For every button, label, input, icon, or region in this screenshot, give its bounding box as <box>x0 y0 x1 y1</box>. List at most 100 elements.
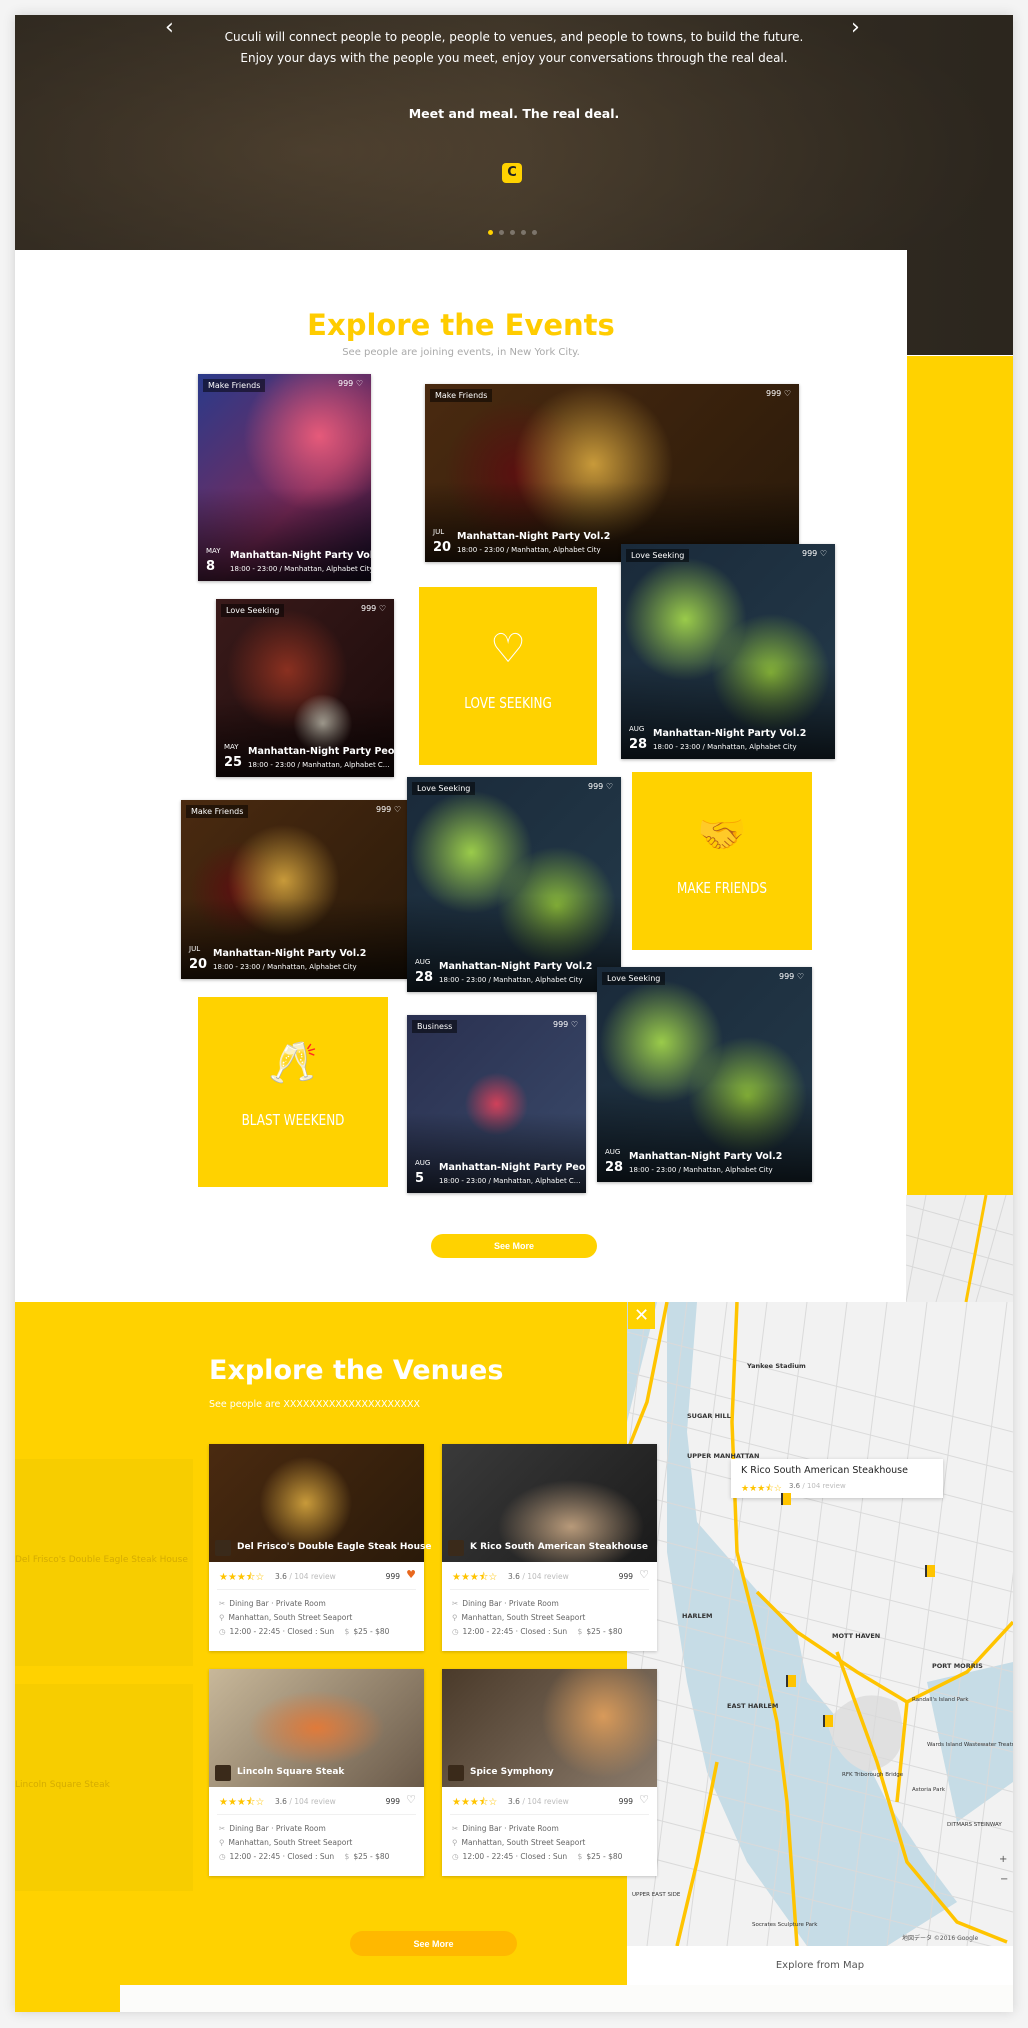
event-likes[interactable]: 999 ♡ <box>766 389 791 398</box>
heart-icon: ♡ <box>355 379 363 388</box>
event-title: Manhattan-Night Party Vol.2 <box>653 728 807 739</box>
heart-icon[interactable]: ♡ <box>639 1793 649 1806</box>
event-tag: Make Friends <box>186 805 249 818</box>
carousel-dot[interactable] <box>510 230 515 235</box>
map-venue-popup[interactable]: K Rico South American Steakhouse ★★★⯪☆ 3… <box>731 1459 943 1498</box>
cuculi-logo: C <box>502 163 522 183</box>
event-month: AUG <box>629 725 645 733</box>
heart-icon: ♡ <box>783 389 791 398</box>
venue-map[interactable]: 地図データ ©2016 Google + − Yankee Stadium SUG… <box>627 1302 1013 1946</box>
map-label: Randall's Island Park <box>912 1697 969 1703</box>
venue-likes: 999 <box>385 1572 400 1581</box>
zoom-out-icon[interactable]: − <box>1000 1874 1008 1885</box>
carousel-dot[interactable] <box>521 230 526 235</box>
clock-icon: ◷ <box>219 1627 226 1636</box>
event-title: Manhattan-Night Party Peop... <box>439 1162 586 1173</box>
location-pin-icon: ⚲ <box>219 1838 225 1847</box>
venue-rating: 3.6 / 104 review <box>508 1797 569 1806</box>
map-flag-marker[interactable] <box>823 1715 833 1727</box>
category-label: BLAST WEEKEND <box>241 1111 345 1129</box>
category-tile-2[interactable]: 🥂 BLAST WEEKEND <box>198 997 388 1187</box>
map-tiles[interactable]: 地図データ ©2016 Google + − <box>627 1302 1013 1946</box>
event-title: Manhattan-Night Party Vol.2 <box>457 531 611 542</box>
venue-rating: 3.6 / 104 review <box>275 1797 336 1806</box>
events-see-more-button[interactable]: See More <box>431 1234 597 1258</box>
event-day: 8 <box>206 559 216 574</box>
venue-name: Lincoln Square Steak <box>237 1767 345 1777</box>
venue-card[interactable]: Spice Symphony ★★★⯪☆ 3.6 / 104 review 99… <box>442 1669 657 1876</box>
event-day: 5 <box>415 1171 425 1186</box>
carousel-dot[interactable] <box>499 230 504 235</box>
carousel-dot[interactable] <box>488 230 493 235</box>
event-day: 20 <box>433 540 452 555</box>
handshake-icon: 🤝 <box>697 812 747 859</box>
category-tile-1[interactable]: 🤝 MAKE FRIENDS <box>632 772 812 950</box>
map-label: Wards Island Wastewater Treatment Plant <box>927 1742 1013 1748</box>
heart-icon[interactable]: ♡ <box>406 1793 416 1806</box>
venue-hours: ◷ 12:00 - 22:45 · Closed : Sun $ $25 - $80 <box>452 1627 623 1636</box>
star-rating: ★★★⯪☆ <box>452 1797 498 1808</box>
clock-icon: ◷ <box>452 1852 459 1861</box>
heart-icon[interactable]: ♥ <box>406 1568 416 1581</box>
dollar-icon: $ <box>577 1627 583 1636</box>
event-likes[interactable]: 999 ♡ <box>779 972 804 981</box>
event-card[interactable]: Love Seeking 999 ♡ MAY 25 Manhattan-Nigh… <box>216 599 394 777</box>
event-card[interactable]: Make Friends 999 ♡ MAY 8 Manhattan-Night… <box>198 374 371 581</box>
popup-rating: 3.6 / 104 review <box>789 1482 846 1490</box>
venues-see-more-button[interactable]: See More <box>350 1931 517 1956</box>
event-day: 28 <box>415 970 434 985</box>
event-likes[interactable]: 999 ♡ <box>338 379 363 388</box>
event-likes[interactable]: 999 ♡ <box>361 604 386 613</box>
ghost-venue-card: Del Frisco's Double Eagle Steak House <box>15 1459 193 1666</box>
event-card[interactable]: Love Seeking 999 ♡ AUG 28 Manhattan-Nigh… <box>597 967 812 1182</box>
venue-card[interactable]: Del Frisco's Double Eagle Steak House ★★… <box>209 1444 431 1651</box>
zoom-in-icon[interactable]: + <box>999 1854 1007 1865</box>
event-card[interactable]: Love Seeking 999 ♡ AUG 28 Manhattan-Nigh… <box>621 544 835 759</box>
venue-name: Del Frisco's Double Eagle Steak House <box>237 1542 432 1552</box>
venue-type: ✂ Dining Bar · Private Room <box>219 1824 326 1833</box>
event-month: JUL <box>189 945 201 953</box>
map-overflow <box>906 1195 1013 1302</box>
map-flag-marker[interactable] <box>781 1493 791 1505</box>
event-month: AUG <box>605 1148 621 1156</box>
venue-logo <box>448 1765 464 1781</box>
clock-icon: ◷ <box>452 1627 459 1636</box>
event-tag: Love Seeking <box>626 549 690 562</box>
clock-icon: ◷ <box>219 1852 226 1861</box>
event-month: JUL <box>433 528 445 536</box>
event-likes[interactable]: 999 ♡ <box>802 549 827 558</box>
map-label: DITMARS STEINWAY <box>947 1822 1002 1828</box>
event-card[interactable]: Business 999 ♡ AUG 5 Manhattan-Night Par… <box>407 1015 586 1193</box>
event-likes[interactable]: 999 ♡ <box>376 805 401 814</box>
cutlery-icon: ✂ <box>452 1599 459 1608</box>
event-day: 25 <box>224 755 243 770</box>
heart-icon: ♡ <box>605 782 613 791</box>
event-card[interactable]: Make Friends 999 ♡ JUL 20 Manhattan-Nigh… <box>181 800 409 979</box>
heart-icon[interactable]: ♡ <box>639 1568 649 1581</box>
venue-hours: ◷ 12:00 - 22:45 · Closed : Sun $ $25 - $80 <box>219 1852 390 1861</box>
map-label: Yankee Stadium <box>747 1362 806 1370</box>
event-card[interactable]: Make Friends 999 ♡ JUL 20 Manhattan-Nigh… <box>425 384 799 562</box>
category-tile-0[interactable]: ♡ LOVE SEEKING <box>419 587 597 765</box>
event-likes[interactable]: 999 ♡ <box>588 782 613 791</box>
event-details: 18:00 - 23:00 / Manhattan, Alphabet City <box>457 546 601 554</box>
event-title: Manhattan-Night Party Vol.2 <box>213 948 367 959</box>
venue-card[interactable]: Lincoln Square Steak ★★★⯪☆ 3.6 / 104 rev… <box>209 1669 424 1876</box>
venue-card[interactable]: K Rico South American Steakhouse ★★★⯪☆ 3… <box>442 1444 657 1651</box>
carousel-dot[interactable] <box>532 230 537 235</box>
map-label: RFK Triborough Bridge <box>842 1772 904 1778</box>
event-likes[interactable]: 999 ♡ <box>553 1020 578 1029</box>
category-label: LOVE SEEKING <box>464 693 552 712</box>
close-icon[interactable]: ✕ <box>628 1302 655 1329</box>
category-label: MAKE FRIENDS <box>676 878 768 897</box>
explore-from-map-link[interactable]: Explore from Map <box>627 1946 1013 1985</box>
map-flag-marker[interactable] <box>925 1565 935 1577</box>
location-pin-icon: ⚲ <box>219 1613 225 1622</box>
map-flag-marker[interactable] <box>786 1675 796 1687</box>
heart-icon: ♡ <box>796 972 804 981</box>
venue-hours: ◷ 12:00 - 22:45 · Closed : Sun $ $25 - $80 <box>452 1852 623 1861</box>
venue-location: ⚲ Manhattan, South Street Seaport <box>452 1613 586 1622</box>
venue-rating: 3.6 / 104 review <box>275 1572 336 1581</box>
event-card[interactable]: Love Seeking 999 ♡ AUG 28 Manhattan-Nigh… <box>407 777 621 992</box>
event-month: AUG <box>415 958 431 966</box>
